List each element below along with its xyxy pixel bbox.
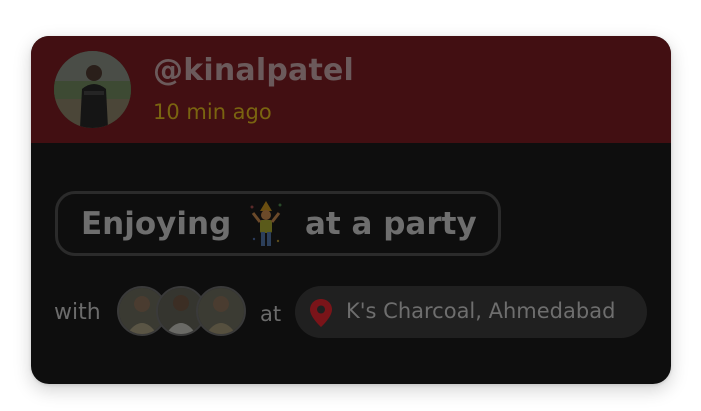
post-header: @kinalpatel 10 min ago <box>31 36 671 143</box>
location-chip[interactable]: K's Charcoal, Ahmedabad <box>295 286 647 338</box>
party-person-emoji-icon <box>250 201 282 246</box>
username[interactable]: @kinalpatel <box>153 53 354 88</box>
user-avatar[interactable] <box>54 51 131 128</box>
with-label: with <box>54 300 101 325</box>
avatar-photo-icon <box>54 51 131 128</box>
at-label: at <box>260 302 282 326</box>
activity-pill: Enjoying at a party <box>55 191 501 256</box>
location-name: K's Charcoal, Ahmedabad <box>346 299 616 323</box>
map-pin-icon <box>310 299 332 327</box>
friend-avatar-icon <box>198 288 244 334</box>
activity-suffix: at a party <box>305 206 477 242</box>
post-timestamp: 10 min ago <box>153 100 272 124</box>
friend-avatar[interactable] <box>196 286 246 336</box>
activity-prefix: Enjoying <box>81 206 232 242</box>
post-card: @kinalpatel 10 min ago Enjoying at a par… <box>31 36 671 384</box>
